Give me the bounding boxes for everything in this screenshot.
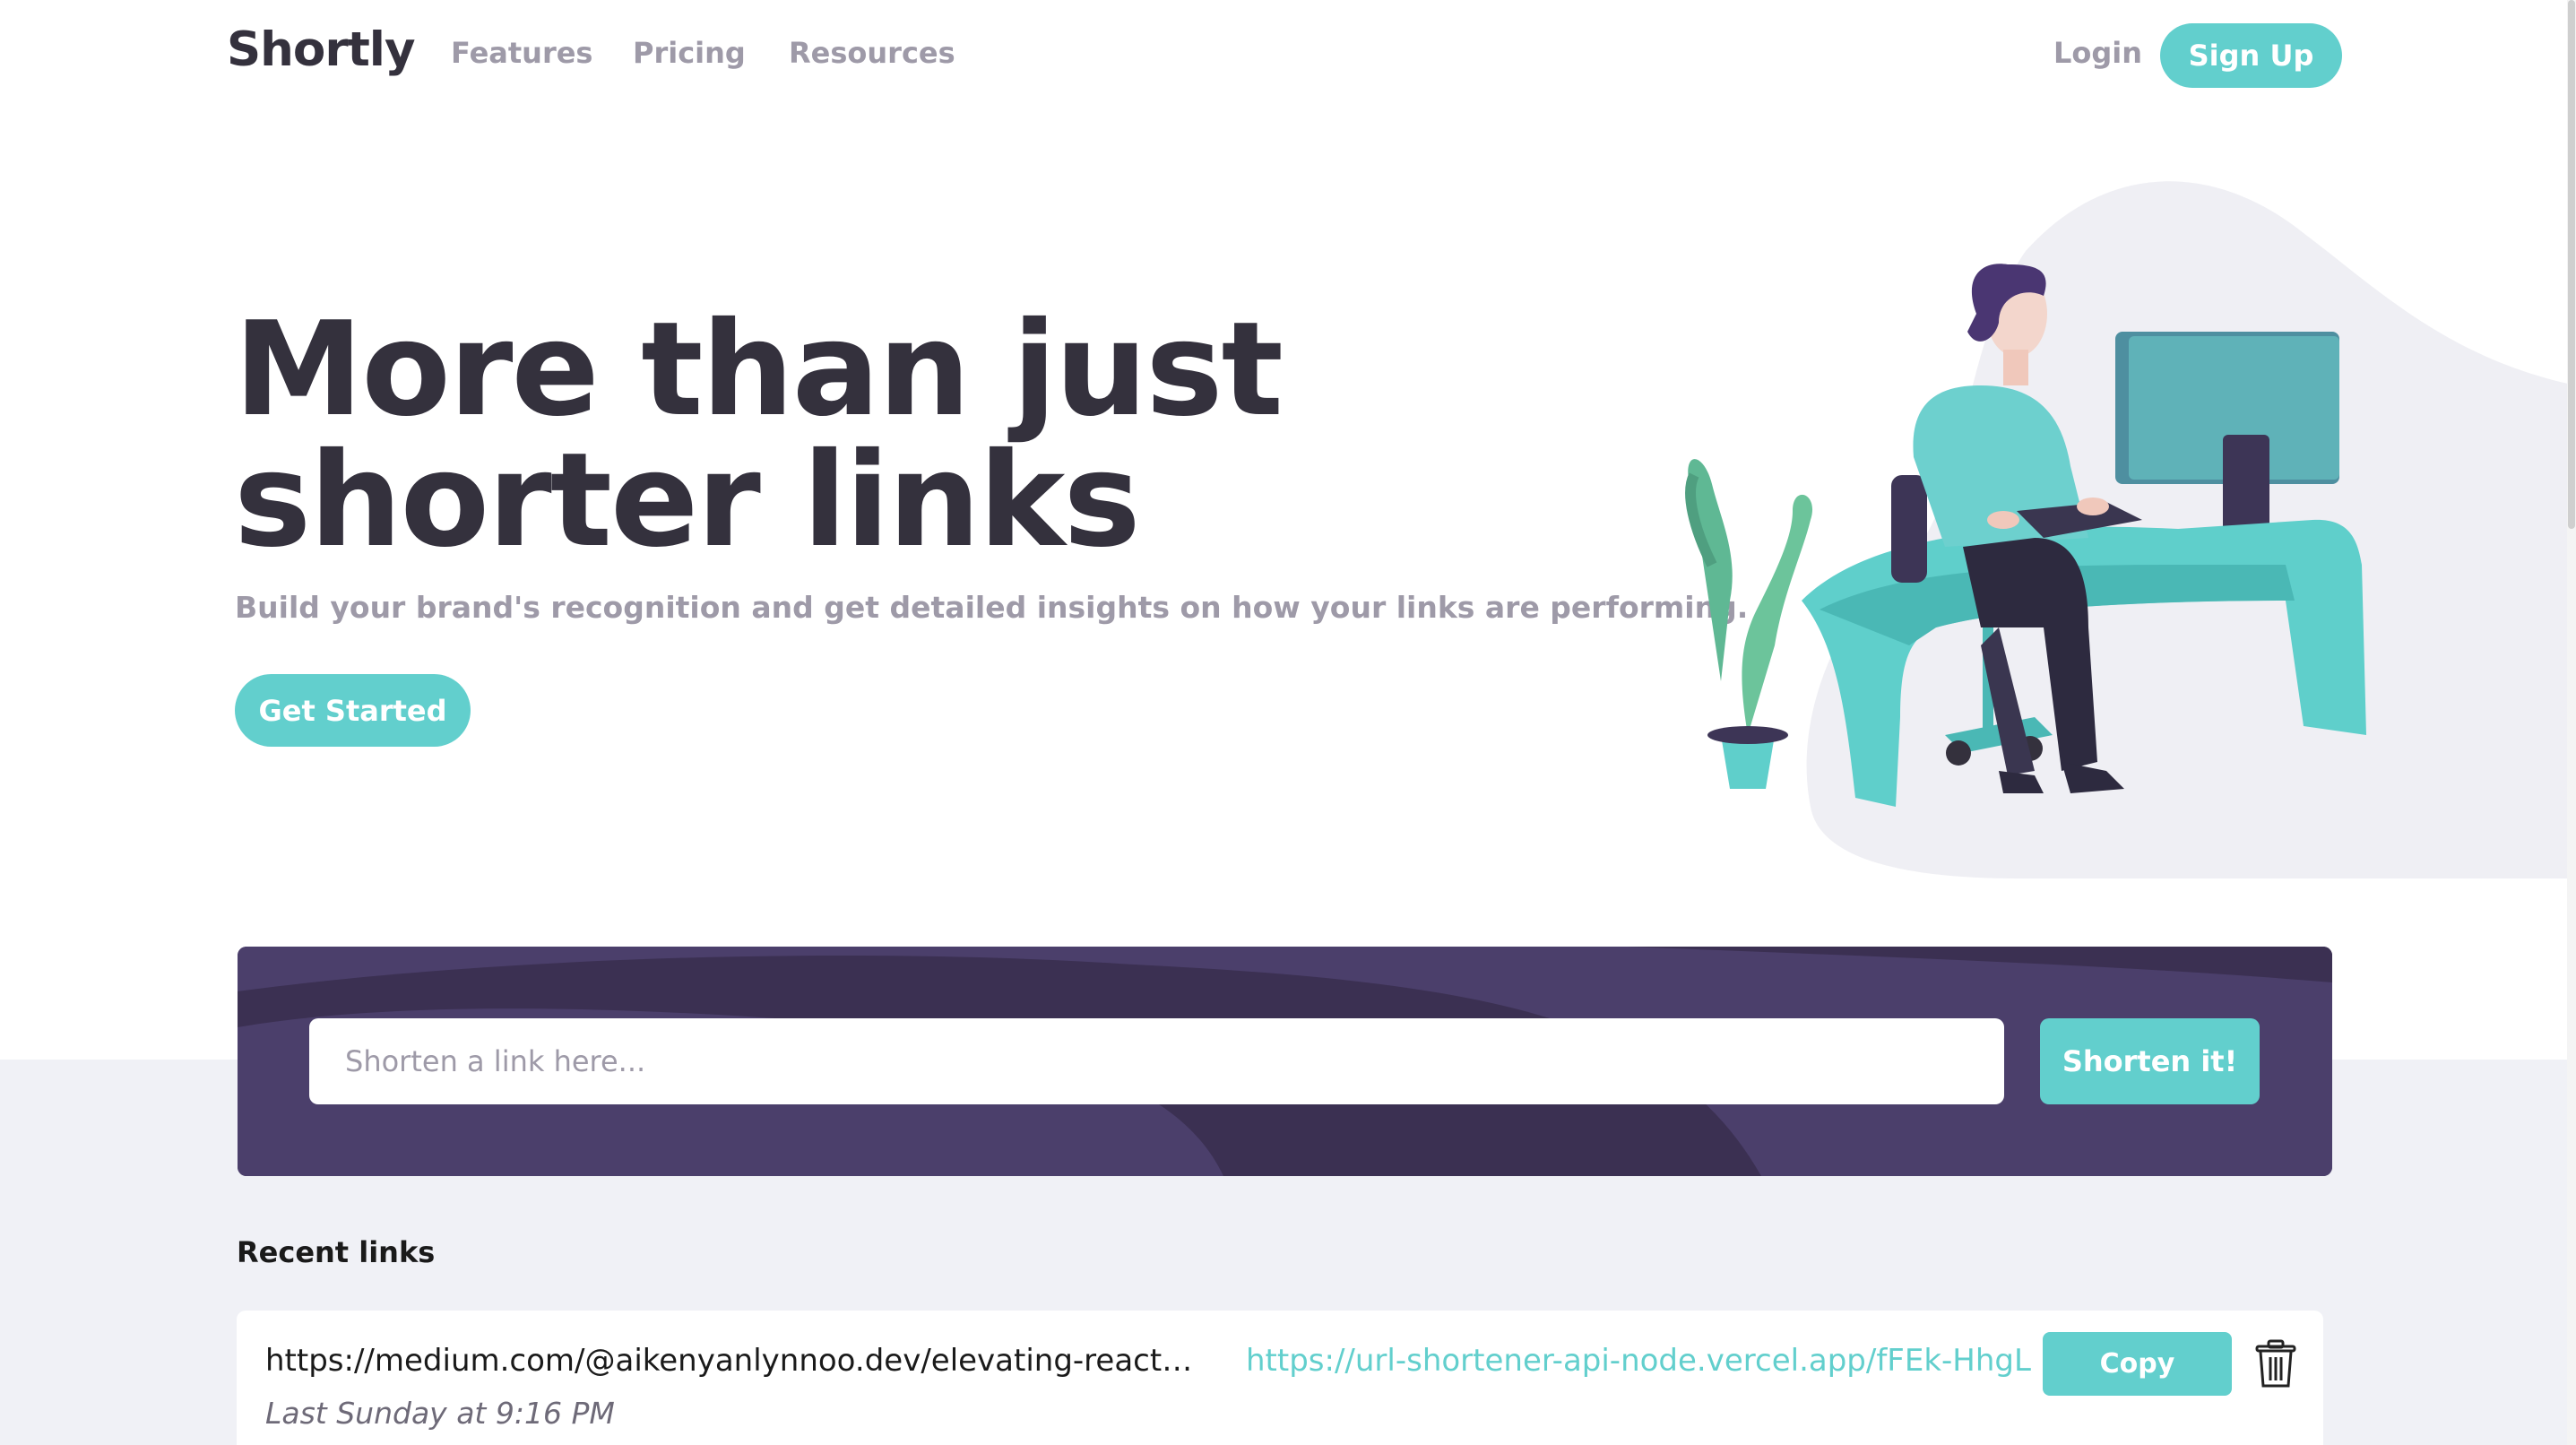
shorten-form: Shorten it! [238,947,2332,1176]
signup-button[interactable]: Sign Up [2160,23,2342,88]
hero-subtitle: Build your brand's recognition and get d… [235,590,1749,625]
recent-links-title: Recent links [237,1235,436,1269]
page: Shortly Features Pricing Resources Login… [0,0,2576,1445]
trash-icon[interactable] [2253,1339,2298,1389]
hero-title: More than just shorter links [234,294,1284,576]
nav-link-resources[interactable]: Resources [789,36,955,70]
working-illustration [1685,181,2576,878]
login-link[interactable]: Login [2053,36,2142,70]
copy-button[interactable]: Copy [2043,1332,2232,1396]
scrollbar[interactable] [2567,0,2576,1445]
original-url: https://medium.com/@aikenyanlynnoo.dev/e… [265,1343,1197,1379]
shorten-button[interactable]: Shorten it! [2040,1018,2260,1104]
nav-link-features[interactable]: Features [451,36,592,70]
link-input[interactable] [309,1018,2004,1104]
list-item: https://medium.com/@aikenyanlynnoo.dev/e… [237,1311,2323,1445]
logo[interactable]: Shortly [227,22,416,77]
get-started-button[interactable]: Get Started [235,674,471,747]
site-header: Shortly Features Pricing Resources Login… [0,0,2576,112]
nav-link-pricing[interactable]: Pricing [633,36,746,70]
scrollbar-thumb[interactable] [2568,0,2575,529]
short-url-link[interactable]: https://url-shortener-api-node.vercel.ap… [1246,1343,2031,1379]
link-date: Last Sunday at 9:16 PM [265,1396,615,1431]
